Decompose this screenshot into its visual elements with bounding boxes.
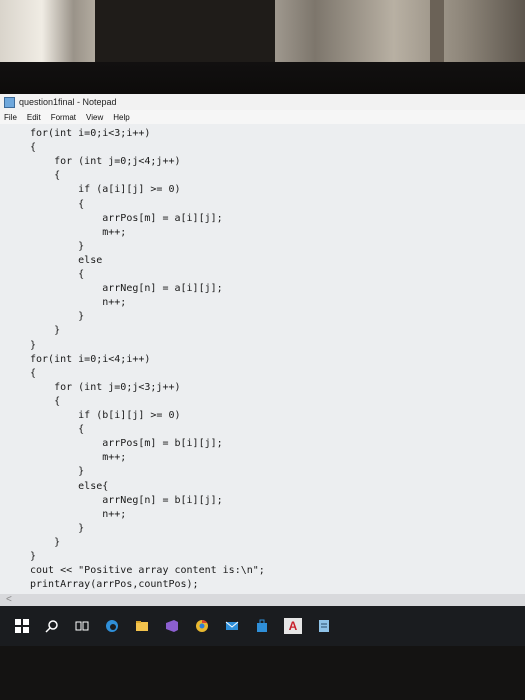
code-line: { — [30, 396, 61, 407]
code-line: { — [30, 424, 85, 435]
code-line: } — [30, 551, 37, 562]
code-line: if (b[i][j] >= 0) — [30, 410, 181, 421]
acrobat-icon[interactable]: A — [284, 618, 302, 634]
code-line: { — [30, 199, 85, 210]
menu-edit[interactable]: Edit — [27, 113, 41, 122]
edge-icon[interactable] — [104, 618, 120, 634]
visual-studio-icon[interactable] — [164, 618, 180, 634]
store-icon[interactable] — [254, 618, 270, 634]
search-icon[interactable] — [44, 618, 60, 634]
menu-help[interactable]: Help — [113, 113, 129, 122]
taskbar: A — [0, 606, 525, 646]
menu-file[interactable]: File — [4, 113, 17, 122]
windows-start-icon[interactable] — [14, 618, 30, 634]
chrome-icon[interactable] — [194, 618, 210, 634]
code-line: cout << "Positive array content is:\n"; — [30, 565, 265, 576]
code-line: { — [30, 170, 61, 181]
file-explorer-icon[interactable] — [134, 618, 150, 634]
code-line: n++; — [30, 509, 127, 520]
code-line: m++; — [30, 452, 127, 463]
code-line: { — [30, 269, 85, 280]
code-line: n++; — [30, 297, 127, 308]
code-line: arrPos[m] = b[i][j]; — [30, 438, 223, 449]
code-line: arrNeg[n] = a[i][j]; — [30, 283, 223, 294]
menu-bar: File Edit Format View Help — [0, 110, 525, 124]
code-line: for (int j=0;j<4;j++) — [30, 156, 181, 167]
code-line: for(int i=0;i<3;i++) — [30, 128, 151, 139]
background-pillar — [430, 0, 444, 70]
code-line: { — [30, 368, 37, 379]
menu-format[interactable]: Format — [51, 113, 76, 122]
code-line: } — [30, 340, 37, 351]
screen: question1final - Notepad File Edit Forma… — [0, 94, 525, 700]
code-line: } — [30, 466, 85, 477]
code-line: } — [30, 241, 85, 252]
notepad-icon — [4, 96, 15, 108]
background-shelf — [95, 0, 275, 62]
code-line: arrPos[m] = a[i][j]; — [30, 213, 223, 224]
horizontal-scrollbar[interactable]: < — [0, 594, 525, 606]
monitor-bezel — [0, 62, 525, 98]
code-line: } — [30, 325, 61, 336]
code-line: for (int j=0;j<3;j++) — [30, 382, 181, 393]
code-line: } — [30, 311, 85, 322]
notepad-taskbar-icon[interactable] — [316, 618, 332, 634]
menu-view[interactable]: View — [86, 113, 103, 122]
code-line: m++; — [30, 227, 127, 238]
code-line: printArray(arrPos,countPos); — [30, 579, 199, 590]
text-editor[interactable]: for(int i=0;i<3;i++) { for (int j=0;j<4;j… — [0, 124, 525, 594]
code-line: } — [30, 537, 61, 548]
code-line: arrNeg[n] = b[i][j]; — [30, 495, 223, 506]
title-bar: question1final - Notepad — [0, 94, 525, 110]
code-line: { — [30, 142, 37, 153]
code-line: if (a[i][j] >= 0) — [30, 184, 181, 195]
window-title: question1final - Notepad — [19, 97, 117, 107]
monitor-bottom — [0, 646, 525, 700]
code-line: else{ — [30, 481, 109, 492]
mail-icon[interactable] — [224, 618, 240, 634]
task-view-icon[interactable] — [74, 618, 90, 634]
scroll-left-icon[interactable]: < — [6, 594, 12, 605]
code-line: for(int i=0;i<4;i++) — [30, 354, 151, 365]
code-line: } — [30, 523, 85, 534]
code-line: else — [30, 255, 103, 266]
